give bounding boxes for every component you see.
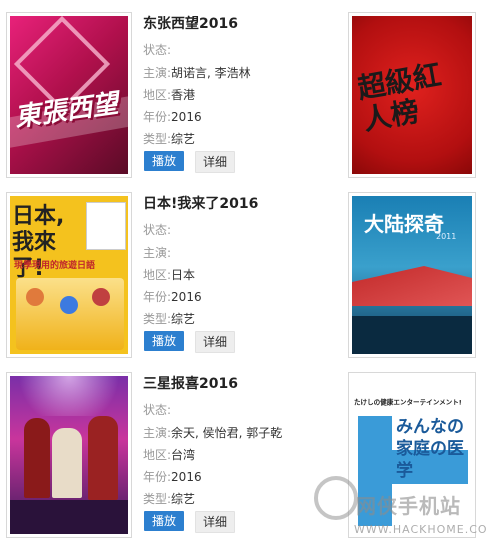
year-row: 年份:2016 (143, 470, 202, 484)
status-row: 状态: (143, 403, 172, 417)
poster-image: 超級紅人榜 (352, 16, 472, 174)
watermark-logo-icon (314, 476, 358, 520)
region-row: 地区:香港 (143, 88, 196, 102)
cast-row: 主演:余天, 侯怡君, 郭子乾 (143, 426, 283, 440)
poster-thumbnail[interactable] (6, 372, 132, 538)
list-item: 日本,我來了! 現學現用的旅遊日語 日本!我来了2016 状态: 主演: 地区:… (0, 192, 340, 362)
year-row: 年份:2016 (143, 110, 202, 124)
side-poster[interactable]: 大陆探奇 2011 (348, 192, 476, 358)
cast-row: 主演: (143, 246, 172, 260)
play-button[interactable]: 播放 (144, 151, 184, 171)
poster-title-text: みんなの家庭の医学 (396, 417, 464, 481)
poster-image: 日本,我來了! 現學現用的旅遊日語 (10, 196, 128, 354)
region-row: 地区:台湾 (143, 448, 196, 462)
poster-subtitle: 2011 (436, 232, 457, 241)
poster-image: 東張西望 (10, 16, 128, 174)
poster-title-text: 超級紅人榜 (355, 58, 444, 137)
region-row: 地区:日本 (143, 268, 196, 282)
play-button[interactable]: 播放 (144, 331, 184, 351)
side-poster[interactable]: 超級紅人榜 (348, 12, 476, 178)
item-title[interactable]: 三星报喜2016 (143, 373, 238, 393)
poster-image (10, 376, 128, 534)
poster-title-text: 大陆探奇 (364, 212, 444, 236)
genre-row: 类型:综艺 (143, 312, 196, 326)
status-row: 状态: (143, 43, 172, 57)
play-button[interactable]: 播放 (144, 511, 184, 531)
watermark-url: WWW.HACKHOME.COM (354, 523, 486, 536)
detail-button[interactable]: 详细 (195, 151, 235, 173)
poster-thumbnail[interactable]: 日本,我來了! 現學現用的旅遊日語 (6, 192, 132, 358)
item-title[interactable]: 东张西望2016 (143, 13, 238, 33)
detail-button[interactable]: 详细 (195, 511, 235, 533)
genre-row: 类型:综艺 (143, 132, 196, 146)
detail-button[interactable]: 详细 (195, 331, 235, 353)
list-item: 東張西望 东张西望2016 状态: 主演:胡诺言, 李浩林 地区:香港 年份:2… (0, 12, 340, 182)
poster-image: 大陆探奇 2011 (352, 196, 472, 354)
status-row: 状态: (143, 223, 172, 237)
year-row: 年份:2016 (143, 290, 202, 304)
poster-thumbnail[interactable]: 東張西望 (6, 12, 132, 178)
item-title[interactable]: 日本!我来了2016 (143, 193, 258, 213)
poster-subtitle: たけしの健康エンターテインメント! (354, 398, 462, 407)
list-item: 三星报喜2016 状态: 主演:余天, 侯怡君, 郭子乾 地区:台湾 年份:20… (0, 372, 340, 542)
genre-row: 类型:综艺 (143, 492, 196, 506)
poster-subtitle: 現學現用的旅遊日語 (14, 261, 96, 271)
cast-row: 主演:胡诺言, 李浩林 (143, 66, 251, 80)
watermark-text: 网侠手机站 (356, 494, 461, 518)
